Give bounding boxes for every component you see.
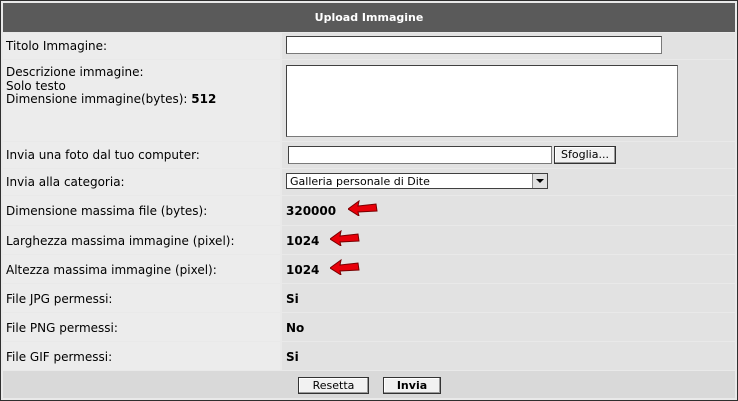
red-arrow-icon (348, 200, 378, 216)
max-file-value: 320000 (286, 204, 337, 218)
row-png: File PNG permessi: No (3, 313, 735, 341)
description-size-label: Dimensione immagine(bytes): (6, 92, 188, 106)
jpg-label: File JPG permessi: (6, 292, 113, 306)
row-gif: File GIF permessi: Si (3, 342, 735, 370)
max-height-value: 1024 (286, 263, 320, 277)
row-jpg: File JPG permessi: Si (3, 284, 735, 312)
description-size-value: 512 (191, 92, 217, 106)
gif-label: File GIF permessi: (6, 350, 113, 364)
browse-button[interactable]: Sfoglia... (554, 146, 616, 164)
jpg-value: Si (286, 292, 299, 306)
form-header: Upload Immagine (3, 3, 735, 32)
row-max-file: Dimensione massima file (bytes): 320000 (3, 196, 735, 225)
row-max-width: Larghezza massima immagine (pixel): 1024 (3, 226, 735, 254)
file-path-input[interactable] (288, 146, 552, 164)
max-width-value: 1024 (286, 234, 320, 248)
png-value: No (286, 321, 305, 335)
red-arrow-icon (330, 230, 360, 246)
upload-form-panel: Upload Immagine Titolo Immagine: Descriz… (0, 0, 738, 401)
row-category: Invia alla categoria: Galleria personale… (3, 169, 735, 195)
category-select[interactable]: Galleria personale di Dite (286, 173, 548, 189)
png-label: File PNG permessi: (6, 321, 118, 335)
row-max-height: Altezza massima immagine (pixel): 1024 (3, 255, 735, 283)
description-label: Descrizione immagine: (6, 65, 144, 79)
red-arrow-icon (330, 259, 360, 275)
form-footer: Resetta Invia (3, 371, 735, 398)
title-label: Titolo Immagine: (6, 39, 108, 53)
gif-value: Si (286, 350, 299, 364)
title-input[interactable] (286, 36, 662, 54)
description-textarea[interactable] (286, 65, 678, 137)
reset-button[interactable]: Resetta (298, 377, 369, 394)
description-note: Solo testo (6, 79, 66, 93)
category-selected: Galleria personale di Dite (290, 175, 430, 188)
max-width-label: Larghezza massima immagine (pixel): (6, 234, 235, 248)
row-description: Descrizione immagine: Solo testo Dimensi… (3, 60, 735, 141)
category-label: Invia alla categoria: (6, 175, 125, 189)
submit-button[interactable]: Invia (383, 377, 441, 394)
row-upload: Invia una foto dal tuo computer: Sfoglia… (3, 142, 735, 168)
upload-label: Invia una foto dal tuo computer: (6, 148, 200, 162)
max-height-label: Altezza massima immagine (pixel): (6, 263, 217, 277)
max-file-label: Dimensione massima file (bytes): (6, 204, 208, 218)
row-title: Titolo Immagine: (3, 33, 735, 59)
chevron-down-icon[interactable] (532, 174, 547, 188)
